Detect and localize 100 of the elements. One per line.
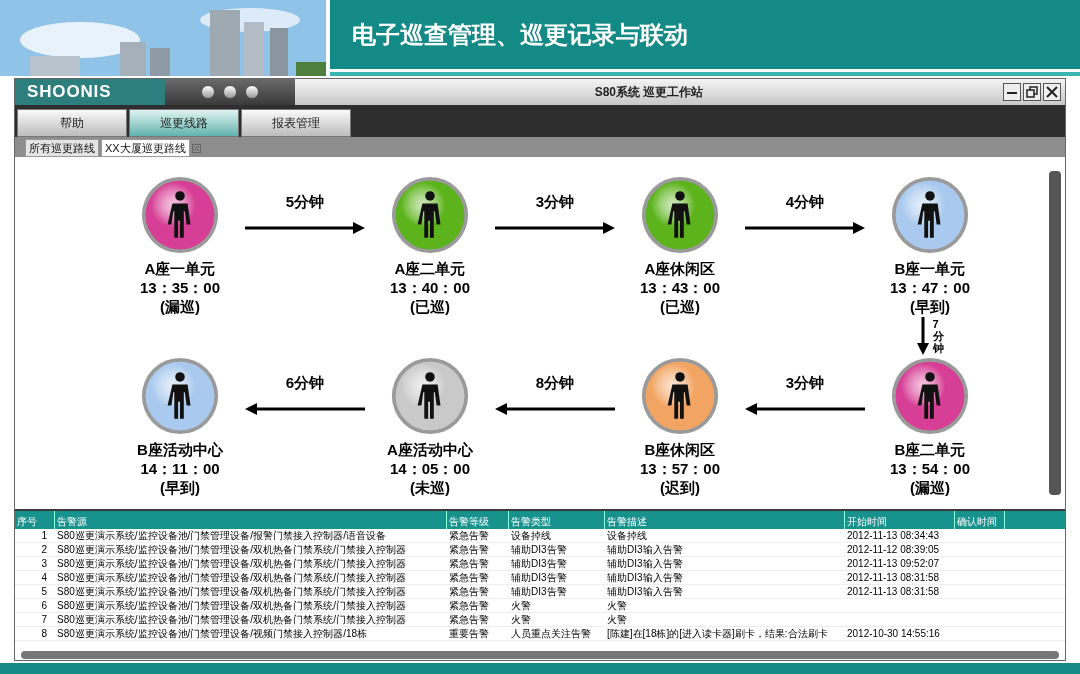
column-header: 序号: [17, 516, 37, 527]
checkpoint-time: 13：47：00: [889, 278, 971, 297]
checkpoint-status: (漏巡): [910, 478, 950, 497]
table-cell: 3: [41, 558, 47, 569]
table-cell: 设备掉线: [511, 530, 551, 541]
checkpoint-status: (早到): [910, 297, 950, 316]
duration-label: 6分钟: [285, 373, 325, 393]
table-cell: 2012-11-13 08:31:58: [847, 586, 940, 597]
close-icon: [1046, 86, 1058, 98]
table-cell: 火警: [511, 600, 531, 611]
checkpoint-name: A座一单元: [144, 259, 216, 278]
checkpoint-time: 14：11：00: [140, 459, 220, 478]
table-cell: 6: [41, 600, 47, 611]
right-arrow-icon: [245, 221, 365, 234]
route-tab[interactable]: XX大厦巡更路线: [101, 139, 190, 157]
table-cell: 紧急告警: [449, 558, 489, 569]
table-cell: 人员重点关注告警: [511, 628, 591, 639]
checkpoint-status: (已巡): [660, 297, 700, 316]
table-cell: S80巡更演示系统/监控设备池/门禁管理设备/双机热备门禁系统/门禁接入控制器: [57, 614, 406, 625]
checkpoint-name: B座二单元: [894, 440, 966, 459]
table-cell: 紧急告警: [449, 586, 489, 597]
table-cell: 2: [41, 544, 47, 555]
checkpoint-time: 13：40：00: [389, 278, 471, 297]
left-arrow-icon: [495, 402, 615, 415]
table-cell: S80巡更演示系统/监控设备池/门禁管理设备/双机热备门禁系统/门禁接入控制器: [57, 558, 406, 569]
menu-tab[interactable]: 报表管理: [241, 109, 351, 137]
left-arrow-icon: [745, 402, 865, 415]
route-tab[interactable]: 所有巡更路线: [25, 139, 99, 157]
duration-label: 3分钟: [535, 192, 575, 212]
horizontal-scrollbar[interactable]: [21, 651, 1059, 659]
table-cell: 火警: [607, 614, 627, 625]
table-cell: 紧急告警: [449, 530, 489, 541]
table-cell: [陈建]在[18栋]的[进入读卡器]刷卡，结果:合法刷卡: [607, 628, 828, 639]
table-cell: 紧急告警: [449, 572, 489, 583]
restore-icon: [1026, 86, 1038, 98]
right-arrow-icon: [495, 221, 615, 234]
down-arrow-icon: [916, 317, 929, 355]
table-cell: S80巡更演示系统/监控设备池/门禁管理设备/报警门禁接入控制器/语音设备: [57, 530, 386, 541]
table-cell: S80巡更演示系统/监控设备池/门禁管理设备/双机热备门禁系统/门禁接入控制器: [57, 586, 406, 597]
table-cell: 火警: [607, 600, 627, 611]
checkpoint-status: (未巡): [410, 478, 450, 497]
left-arrow-icon: [245, 402, 365, 415]
column-header: 告警描述: [607, 516, 647, 527]
checkpoint-time: 13：35：00: [139, 278, 221, 297]
checkpoint-name: A座二单元: [394, 259, 466, 278]
column-header: 告警类型: [511, 516, 551, 527]
table-cell: 辅助DI3告警: [511, 558, 567, 569]
vertical-scrollbar[interactable]: [1049, 171, 1061, 495]
checkpoint-time: 13：57：00: [639, 459, 721, 478]
table-cell: 2012-11-13 08:31:58: [847, 572, 940, 583]
duration-label: 5分钟: [285, 192, 325, 212]
restore-button[interactable]: [1023, 83, 1041, 101]
menu-tab[interactable]: 帮助: [17, 109, 127, 137]
table-cell: 5: [41, 586, 47, 597]
table-cell: 2012-11-12 08:39:05: [847, 544, 940, 555]
checkpoint-time: 14：05：00: [389, 459, 471, 478]
table-cell: S80巡更演示系统/监控设备池/门禁管理设备/视频门禁接入控制器/18栋: [57, 628, 368, 639]
table-cell: 辅助DI3告警: [511, 544, 567, 555]
column-header: 告警等级: [449, 516, 489, 527]
checkpoint-status: (漏巡): [160, 297, 200, 316]
close-button[interactable]: [1043, 83, 1061, 101]
column-header: 开始时间: [847, 516, 887, 527]
checkpoint-status: (迟到): [660, 478, 700, 497]
checkpoint-status: (早到): [160, 478, 200, 497]
checkpoint-status: (已巡): [410, 297, 450, 316]
duration-label: 8分钟: [535, 373, 575, 393]
checkpoint-name: B座休闲区: [644, 440, 716, 459]
table-cell: 辅助DI3输入告警: [607, 586, 683, 597]
duration-label: 4分钟: [785, 192, 825, 212]
table-cell: 4: [41, 572, 47, 583]
table-cell: 2012-10-30 14:55:16: [847, 628, 940, 639]
duration-label: 7分钟: [932, 317, 944, 355]
checkpoint-time: 13：54：00: [889, 459, 971, 478]
right-arrow-icon: [745, 221, 865, 234]
table-cell: S80巡更演示系统/监控设备池/门禁管理设备/双机热备门禁系统/门禁接入控制器: [57, 544, 406, 555]
table-cell: 8: [41, 628, 47, 639]
table-cell: 7: [41, 614, 47, 625]
table-cell: 紧急告警: [449, 614, 489, 625]
table-cell: 紧急告警: [449, 544, 489, 555]
table-cell: 辅助DI3告警: [511, 586, 567, 597]
menu-tab[interactable]: 巡更线路: [129, 109, 239, 137]
minimize-button[interactable]: [1003, 83, 1021, 101]
table-cell: 2012-11-13 09:52:07: [847, 558, 940, 569]
checkpoint-name: A座休闲区: [644, 259, 716, 278]
table-cell: 1: [41, 530, 47, 541]
window-title: S80系统 巡更工作站: [594, 84, 704, 101]
column-header: 告警源: [57, 516, 87, 527]
slide-title: 电子巡查管理、巡更记录与联动: [352, 19, 688, 50]
table-cell: S80巡更演示系统/监控设备池/门禁管理设备/双机热备门禁系统/门禁接入控制器: [57, 572, 406, 583]
table-cell: 火警: [511, 614, 531, 625]
table-cell: 辅助DI3输入告警: [607, 572, 683, 583]
table-cell: 辅助DI3告警: [511, 572, 567, 583]
table-cell: 重要告警: [449, 628, 489, 639]
table-cell: 设备掉线: [607, 530, 647, 541]
checkpoint-name: B座一单元: [894, 259, 966, 278]
checkpoint-name: A座活动中心: [387, 440, 473, 459]
table-cell: 辅助DI3输入告警: [607, 544, 683, 555]
duration-label: 3分钟: [785, 373, 825, 393]
table-cell: 辅助DI3输入告警: [607, 558, 683, 569]
column-header: 确认时间: [957, 516, 997, 527]
